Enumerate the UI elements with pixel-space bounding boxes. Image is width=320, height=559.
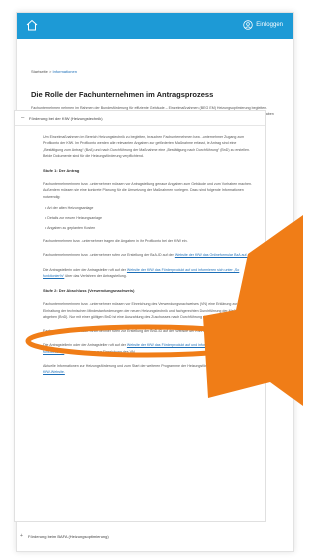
login-button[interactable]: Einloggen	[243, 20, 283, 30]
accordion-kfw-header[interactable]: – Förderung bei der KfW (Heizungstechnik…	[15, 111, 265, 126]
breadcrumb-current[interactable]: Informationen	[52, 69, 76, 74]
step-2-heading: Stufe 2: Der Abschluss (Verwendungsnachw…	[43, 288, 135, 294]
accordion-bafa-header[interactable]: + Förderung beim BAFA (Heizungsoptimieru…	[14, 529, 270, 543]
list-item: • Angaben zu geplanten Kosten	[45, 226, 96, 231]
paragraph: Fachunternehmerinnen bzw. -unternehmer m…	[43, 182, 252, 199]
paragraph: Fachunternehmen bzw. -unternehmer tragen…	[43, 239, 188, 244]
user-circle-icon	[243, 20, 253, 30]
paragraph: Fachunternehmerinnen bzw. -unternehmer m…	[43, 302, 247, 319]
paragraph: Aktuelle Informationen zur Heizungsförde…	[43, 364, 250, 375]
page-title: Die Rolle der Fachunternehmen im Antrags…	[31, 90, 214, 99]
step-1-heading: Stufe 1: Der Antrag	[43, 168, 80, 174]
home-icon[interactable]	[25, 18, 39, 32]
paragraph: Um Einzelmaßnahmen im Bereich Heizungste…	[43, 135, 250, 158]
paragraph: Die Antragstellerin oder der Antragstell…	[43, 267, 240, 278]
paragraph: Die Antragstellerin oder der Antragstell…	[43, 343, 240, 354]
accordion-kfw-title: Förderung bei der KfW (Heizungstechnik)	[29, 115, 103, 121]
list-item: • Art der alten Heizungsanlage	[45, 206, 94, 211]
expand-icon: +	[20, 533, 23, 539]
top-navigation-bar: Einloggen	[17, 13, 293, 39]
accordion-kfw: – Förderung bei der KfW (Heizungstechnik…	[14, 110, 266, 522]
kfw-bza-form-link[interactable]: Website der KfW das Onlineformular BzA a…	[175, 253, 248, 257]
accordion-kfw-content: Um Einzelmaßnahmen im Bereich Heizungste…	[15, 134, 265, 376]
kfw-website-link[interactable]: KfW-Website.	[43, 370, 65, 374]
collapse-icon: –	[21, 115, 25, 121]
breadcrumb: Startseite > Informationen	[31, 69, 77, 74]
login-label: Einloggen	[256, 22, 283, 28]
list-item: • Details zur neuen Heizungsanlage	[45, 216, 103, 221]
breadcrumb-home-link[interactable]: Startseite	[31, 69, 48, 74]
highlighted-paragraph: Fachunternehmerinnen bzw. -unternehmer r…	[43, 253, 248, 258]
accordion-bafa-title: Förderung beim BAFA (Heizungsoptimierung…	[28, 533, 109, 539]
paragraph: Fachunternehmerinnen bzw. -unternehmer r…	[43, 329, 249, 334]
